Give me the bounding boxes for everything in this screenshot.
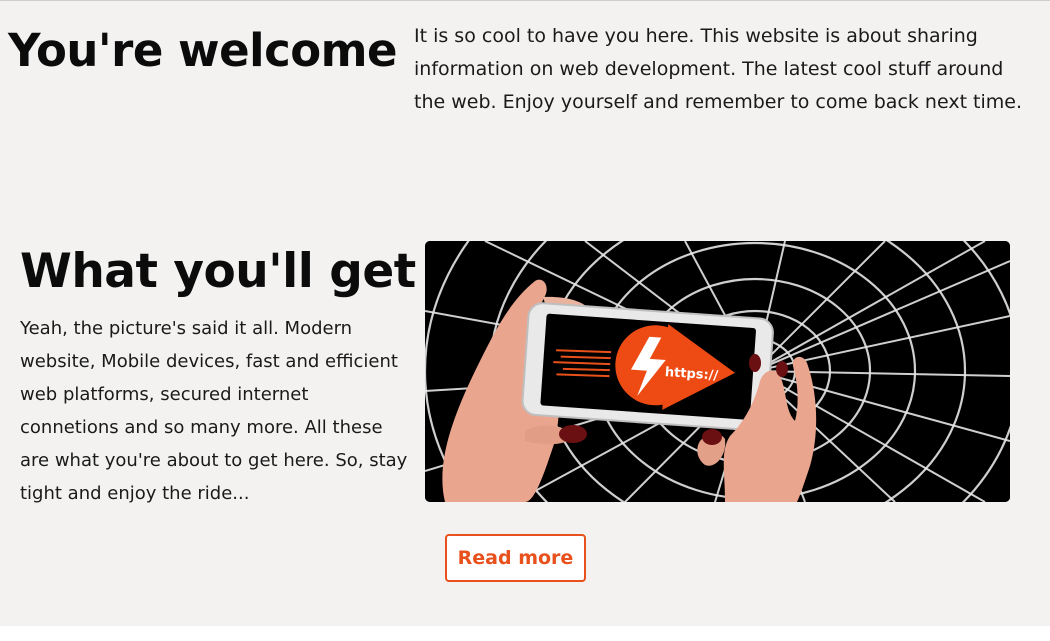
welcome-paragraph: It is so cool to have you here. This web… — [414, 25, 1023, 113]
hero-image: https:// — [425, 241, 1010, 502]
features-heading: What you'll get — [20, 244, 416, 299]
welcome-heading: You're welcome — [8, 24, 398, 77]
page: You're welcome It is so cool to have you… — [0, 0, 1050, 626]
features-paragraph: Yeah, the picture's said it all. Modern … — [20, 318, 408, 504]
read-more-button[interactable]: Read more — [445, 534, 586, 582]
